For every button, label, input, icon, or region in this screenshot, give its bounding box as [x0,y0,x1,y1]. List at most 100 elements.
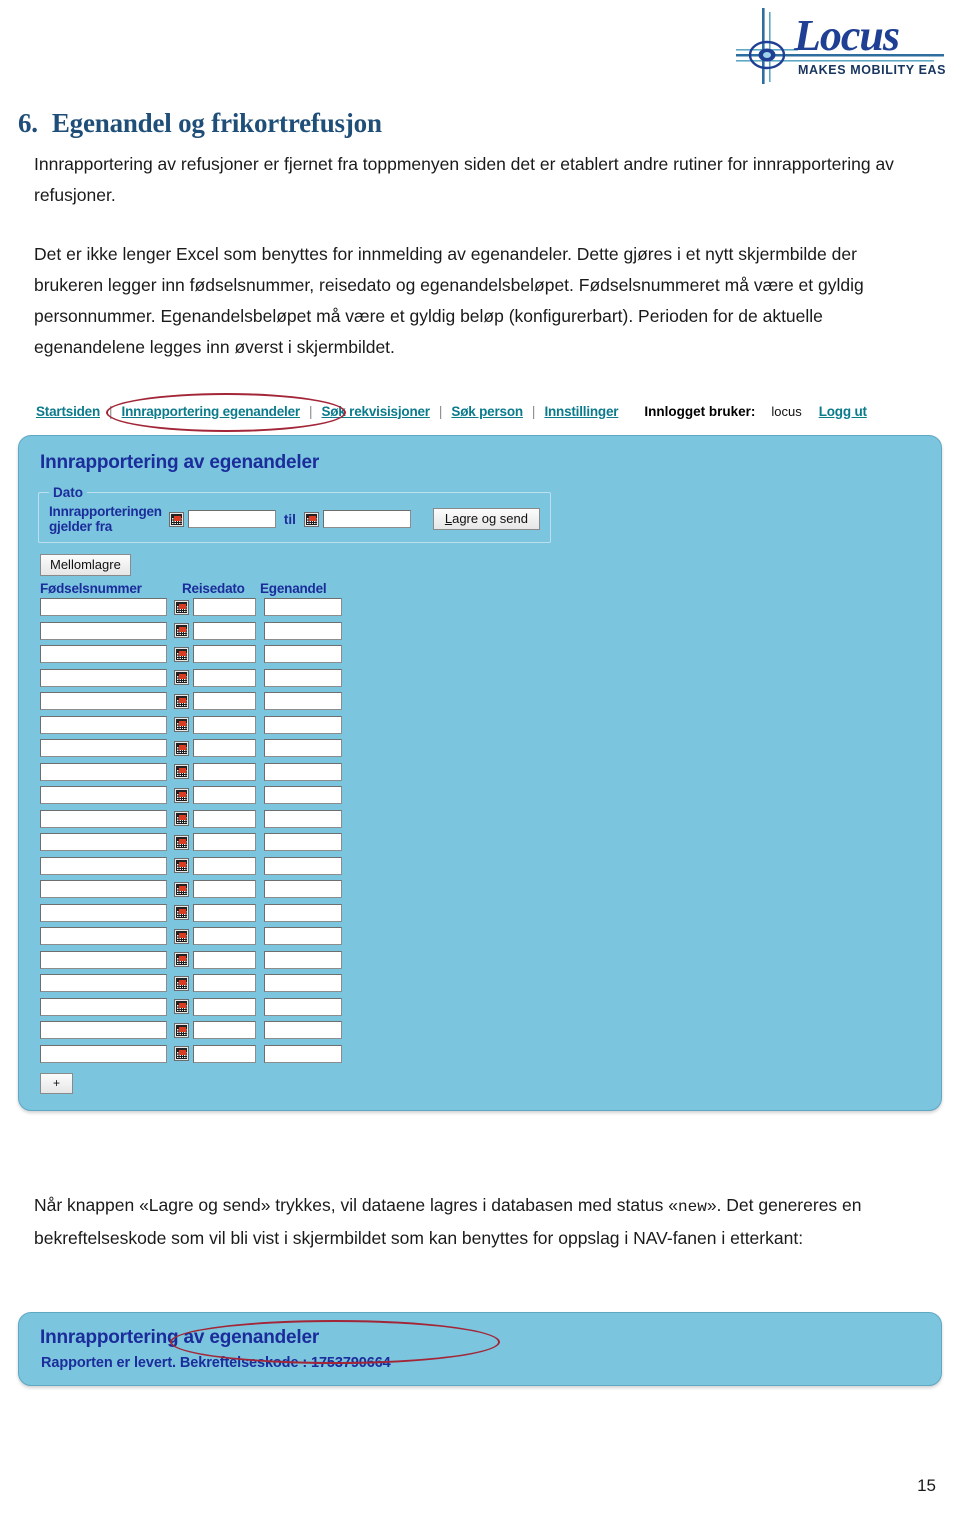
egenandel-input[interactable] [264,739,342,757]
egenandel-input[interactable] [264,715,342,734]
calendar-icon[interactable] [174,928,189,944]
egenandel-input[interactable] [264,786,342,804]
egenandel-input[interactable] [264,621,342,640]
fodselsnummer-input[interactable] [40,950,167,969]
egenandel-input[interactable] [264,927,342,945]
calendar-icon[interactable] [174,952,189,967]
dato-from-input[interactable] [187,510,276,528]
calendar-icon[interactable] [174,717,189,732]
reisedato-input[interactable] [193,927,256,945]
calendar-icon[interactable] [174,975,189,991]
dato-to-input[interactable] [322,510,411,528]
reisedato-input[interactable] [193,903,256,922]
fodselsnummer-input[interactable] [40,833,167,851]
fodselsnummer-input[interactable] [40,786,167,804]
calendar-icon[interactable] [174,858,189,873]
egenandel-input[interactable] [264,1021,342,1039]
calendar-icon[interactable] [174,787,189,803]
egenandel-input[interactable] [264,809,342,828]
reisedato-input[interactable] [193,1044,256,1063]
fodselsnummer-input[interactable] [40,903,167,922]
egenandel-input[interactable] [264,833,342,851]
egenandel-input[interactable] [264,762,342,781]
calendar-icon[interactable] [174,623,189,638]
egenandel-input[interactable] [264,645,342,663]
reisedato-input[interactable] [193,856,256,875]
fodselsnummer-input[interactable] [40,974,167,992]
egenandel-input[interactable] [264,668,342,687]
calendar-icon[interactable] [174,811,189,826]
egenandel-input[interactable] [264,692,342,710]
calendar-icon[interactable] [168,511,184,527]
egenandel-input[interactable] [264,880,342,898]
calendar-icon[interactable] [174,670,189,685]
fodselsnummer-input[interactable] [40,645,167,663]
add-row-button[interactable]: + [40,1073,74,1094]
fodselsnummer-input[interactable] [40,856,167,875]
mellomlagre-button[interactable]: Mellomlagre [40,554,131,576]
calendar-icon[interactable] [174,764,189,779]
reisedato-input[interactable] [193,668,256,687]
nav-separator: | [308,403,313,419]
nav-item-sok-person[interactable]: Søk person [451,404,523,419]
calendar-icon[interactable] [174,905,189,920]
fodselsnummer-input[interactable] [40,762,167,781]
reisedato-input[interactable] [193,692,256,710]
fodselsnummer-input[interactable] [40,1044,167,1063]
reisedato-input[interactable] [193,809,256,828]
fodselsnummer-input[interactable] [40,715,167,734]
reisedato-input[interactable] [193,833,256,851]
fodselsnummer-input[interactable] [40,621,167,640]
nav-item-sok-rekvisisjoner[interactable]: Søk rekvisisjoner [321,404,430,419]
fodselsnummer-input[interactable] [40,598,167,616]
calendar-icon[interactable] [174,599,189,615]
logout-link[interactable]: Logg ut [819,404,867,419]
fodselsnummer-input[interactable] [40,880,167,898]
paragraph-3: Når knappen «Lagre og send» trykkes, vil… [34,1190,924,1254]
calendar-icon[interactable] [174,740,189,756]
fodselsnummer-input[interactable] [40,668,167,687]
reisedato-input[interactable] [193,715,256,734]
reisedato-input[interactable] [193,786,256,804]
reisedato-input[interactable] [193,997,256,1016]
calendar-icon[interactable] [174,1046,189,1061]
egenandel-input[interactable] [264,903,342,922]
nav-item-startsiden[interactable]: Startsiden [36,404,100,419]
fodselsnummer-input[interactable] [40,997,167,1016]
calendar-icon[interactable] [303,511,319,527]
nav-separator: | [109,403,113,419]
reisedato-input[interactable] [193,598,256,616]
egenandel-input[interactable] [264,997,342,1016]
save-and-send-button[interactable]: Lagre og send [432,508,540,530]
egenandel-input[interactable] [264,856,342,875]
reisedato-input[interactable] [193,1021,256,1039]
reisedato-input[interactable] [193,974,256,992]
calendar-icon[interactable] [174,999,189,1014]
fodselsnummer-input[interactable] [40,927,167,945]
nav-item-innrapportering-egenandeler[interactable]: Innrapportering egenandeler [122,404,301,419]
egenandel-input[interactable] [264,950,342,969]
reisedato-input[interactable] [193,621,256,640]
confirmation-message: Rapporten er levert. Bekreftelseskode : … [41,1355,391,1371]
calendar-icon[interactable] [174,881,189,897]
innrapportering-panel: Innrapportering av egenandeler Dato Innr… [18,435,942,1111]
table-row [40,997,925,1016]
reisedato-input[interactable] [193,880,256,898]
fodselsnummer-input[interactable] [40,692,167,710]
nav-item-innstillinger[interactable]: Innstillinger [544,404,618,419]
egenandel-input[interactable] [264,1044,342,1063]
egenandel-input[interactable] [264,974,342,992]
calendar-icon[interactable] [174,1022,189,1038]
fodselsnummer-input[interactable] [40,1021,167,1039]
fodselsnummer-input[interactable] [40,739,167,757]
reisedato-input[interactable] [193,739,256,757]
fodselsnummer-input[interactable] [40,809,167,828]
calendar-icon[interactable] [174,834,189,850]
calendar-icon[interactable] [174,693,189,709]
reisedato-input[interactable] [193,950,256,969]
egenandel-input[interactable] [264,598,342,616]
reisedato-input[interactable] [193,762,256,781]
reisedato-input[interactable] [193,645,256,663]
calendar-icon[interactable] [174,646,189,662]
egenandel-grid [40,598,925,1063]
